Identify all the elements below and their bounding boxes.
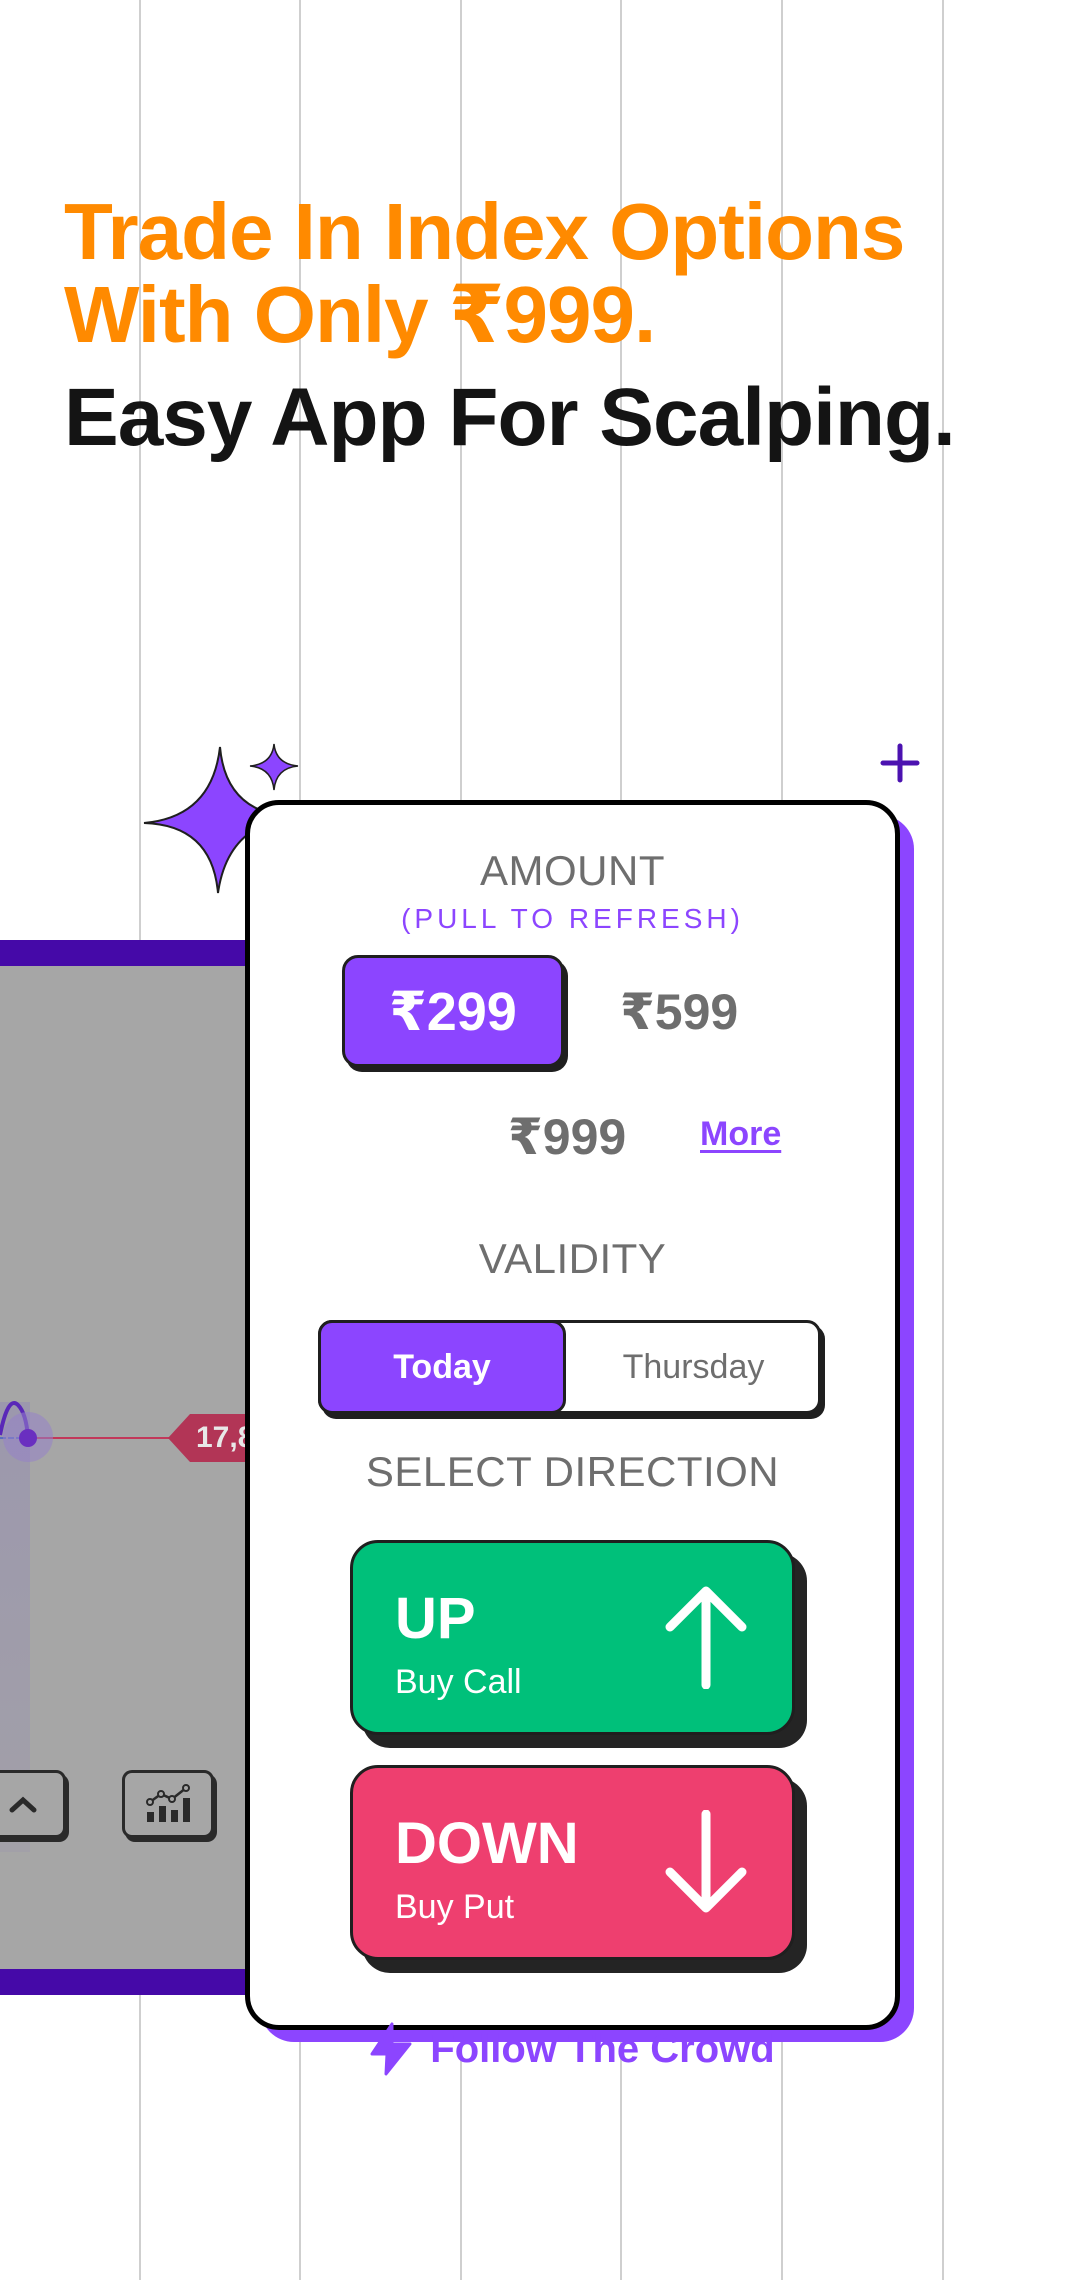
chart-bottom-bar [0,1969,260,1995]
price-marker [19,1429,37,1447]
validity-option-thursday[interactable]: Thursday [566,1323,821,1411]
chevron-up-icon [9,1796,37,1813]
up-title: UP [395,1586,476,1651]
amount-label: AMOUNT [480,847,665,894]
down-title: DOWN [395,1811,579,1876]
chart-top-bar [0,940,260,966]
chart-type-button[interactable] [122,1770,214,1838]
sparkle-small-icon [249,743,299,791]
down-buy-put-button[interactable]: DOWN Buy Put [350,1765,795,1960]
pull-to-refresh-hint: (PULL TO REFRESH) [401,903,744,934]
up-buy-call-button[interactable]: UP Buy Call [350,1540,795,1735]
headline-line-2: With Only ₹999. [64,270,656,359]
follow-the-crowd-label: Follow The Crowd [430,2026,775,2071]
down-subtitle: Buy Put [395,1888,515,1926]
follow-the-crowd-link[interactable]: Follow The Crowd [250,2022,895,2076]
arrow-up-icon [665,1586,747,1689]
validity-label: VALIDITY [478,1235,667,1282]
amount-option-999[interactable]: ₹999 [508,1108,626,1166]
background-chart-screen: 17,8 [0,940,263,1995]
amount-option-599[interactable]: ₹599 [620,983,738,1041]
grid-line [942,0,944,2280]
chart-icon [146,1784,190,1822]
validity-option-today[interactable]: Today [318,1320,566,1414]
more-amounts-link[interactable]: More [700,1115,781,1154]
arrow-down-icon [665,1810,747,1913]
select-direction-label: SELECT DIRECTION [365,1448,780,1495]
headline-line-1: Trade In Index Options [64,187,905,276]
chevron-up-button[interactable] [0,1770,66,1838]
plus-icon [880,743,920,783]
lightning-icon [370,2022,412,2076]
up-subtitle: Buy Call [395,1663,522,1701]
validity-toggle: Today Thursday [318,1320,821,1414]
headline-line-3: Easy App For Scalping. [64,372,956,463]
amount-option-299[interactable]: ₹299 [342,955,564,1067]
trade-card: AMOUNT (PULL TO REFRESH) ₹299 ₹599 ₹999 … [245,800,900,2076]
